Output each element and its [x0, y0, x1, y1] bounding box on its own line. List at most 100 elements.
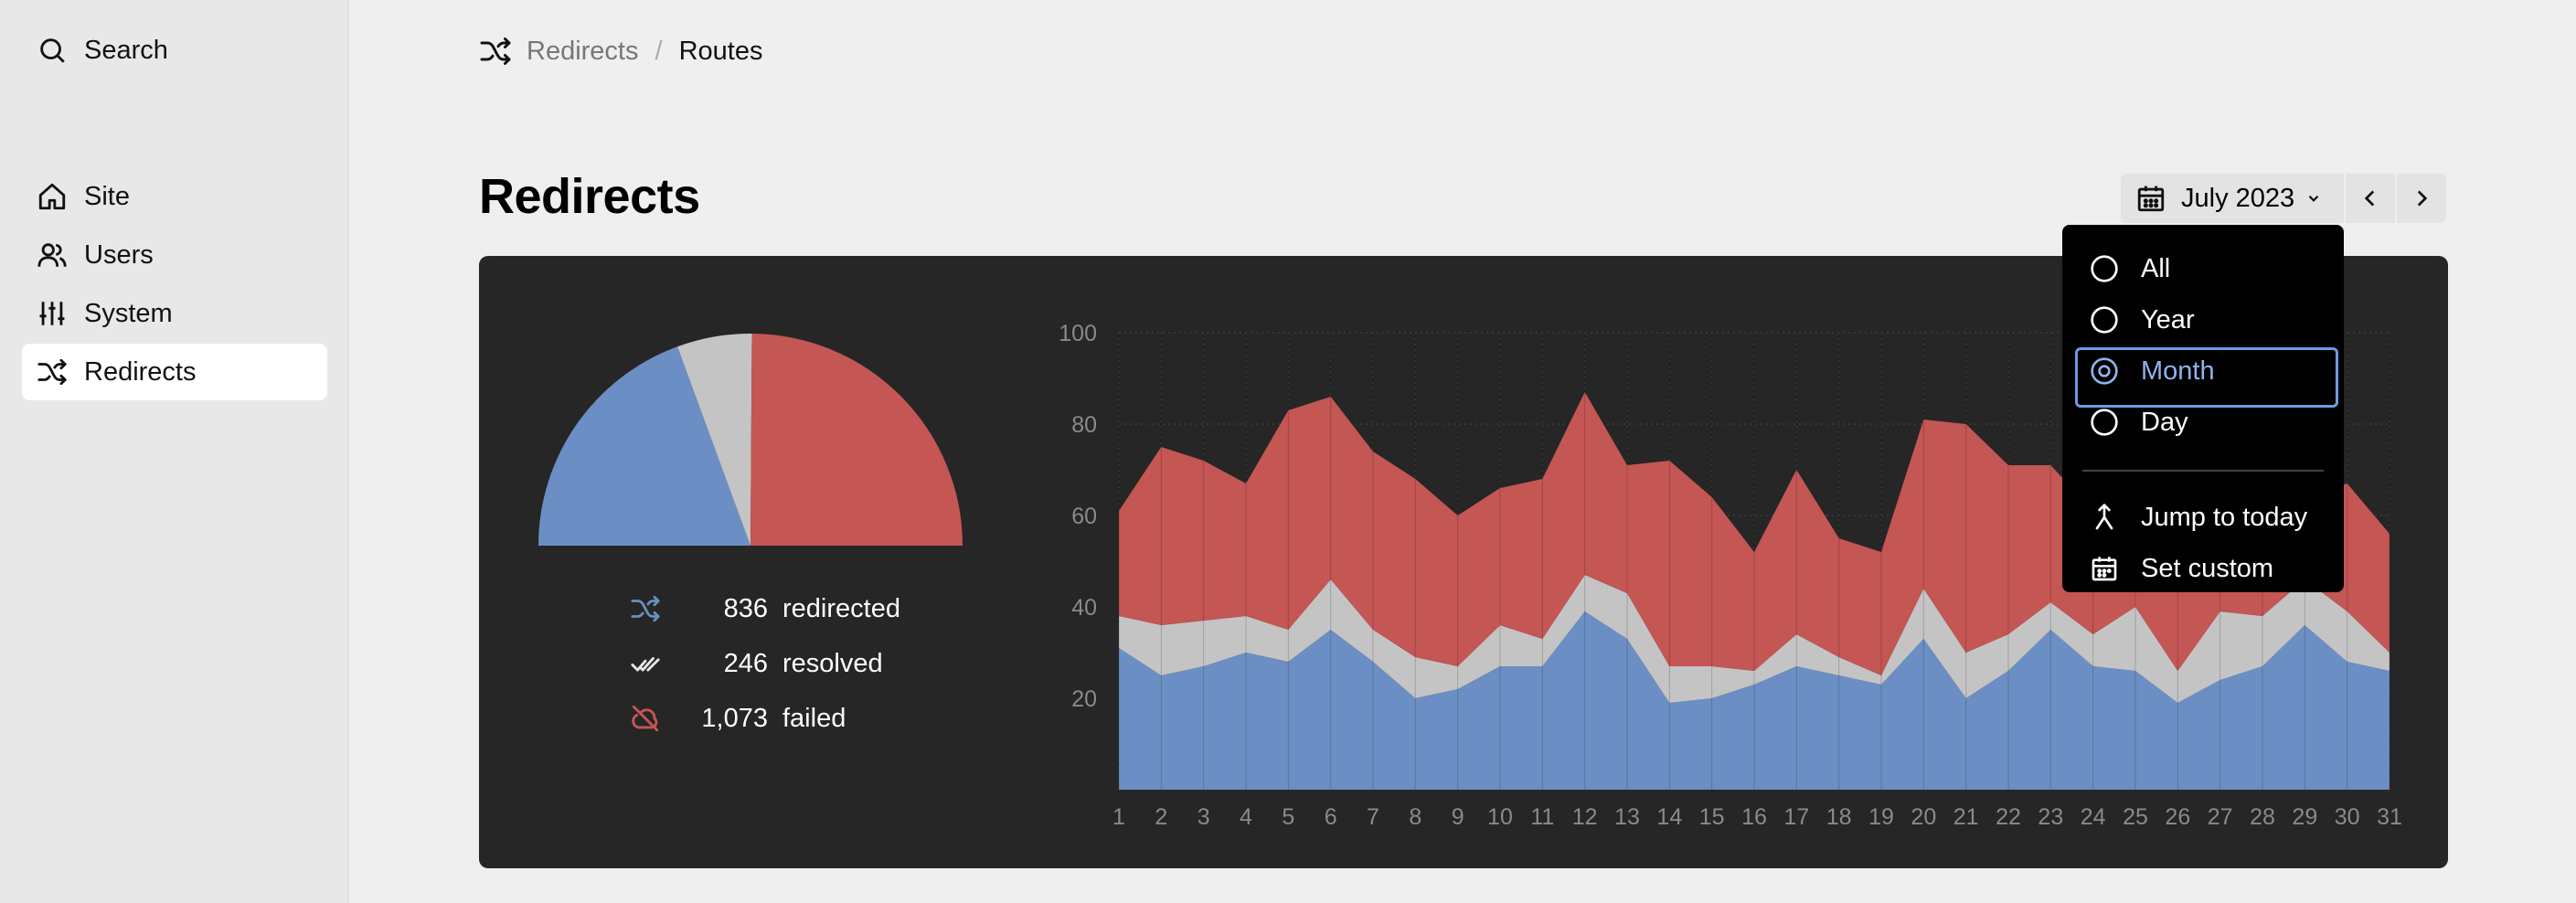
x-tick-label: 15: [1699, 804, 1725, 830]
x-tick-label: 2: [1155, 804, 1167, 830]
stat-value: 1,073: [701, 703, 768, 733]
y-tick-label: 40: [1071, 595, 1097, 621]
sidebar-item-label: System: [84, 298, 173, 328]
double-check-icon: [627, 645, 664, 682]
chevron-left-icon: [2364, 190, 2375, 207]
period-dropdown-button[interactable]: July 2023: [2121, 174, 2344, 223]
legend-row-redirected: 836 redirected: [627, 581, 900, 636]
x-tick-label: 18: [1826, 804, 1852, 830]
x-tick-label: 10: [1487, 804, 1513, 830]
x-tick-label: 6: [1325, 804, 1337, 830]
sidebar-item-users[interactable]: Users: [22, 227, 327, 283]
x-tick-label: 7: [1367, 804, 1379, 830]
stat-value: 836: [723, 593, 768, 623]
x-tick-label: 21: [1953, 804, 1979, 830]
x-tick-label: 22: [1996, 804, 2021, 830]
x-tick-label: 12: [1572, 804, 1598, 830]
period-option-all[interactable]: All: [2062, 243, 2344, 294]
radio-unchecked-icon: [2090, 408, 2119, 437]
x-tick-label: 20: [1911, 804, 1936, 830]
x-tick-label: 13: [1614, 804, 1640, 830]
y-tick-label: 20: [1071, 686, 1097, 712]
jump-icon: [2090, 503, 2119, 532]
breadcrumb-current: Routes: [678, 36, 763, 66]
home-icon: [37, 181, 68, 212]
breadcrumb-separator: /: [655, 36, 663, 66]
users-icon: [37, 239, 68, 271]
sidebar-item-label: Users: [84, 239, 154, 270]
sidebar-item-redirects[interactable]: Redirects: [22, 344, 327, 400]
x-tick-label: 28: [2250, 804, 2275, 830]
search-button[interactable]: Search: [22, 22, 327, 79]
date-value: July 2023: [2181, 183, 2295, 213]
radio-unchecked-icon: [2090, 305, 2119, 335]
x-tick-label: 4: [1240, 804, 1252, 830]
x-tick-label: 25: [2123, 804, 2148, 830]
x-tick-label: 27: [2208, 804, 2233, 830]
x-tick-label: 8: [1409, 804, 1421, 830]
x-tick-label: 30: [2335, 804, 2360, 830]
cloud-off-icon: [627, 700, 664, 737]
x-tick-label: 3: [1198, 804, 1210, 830]
x-tick-label: 23: [2038, 804, 2063, 830]
x-tick-label: 26: [2165, 804, 2190, 830]
x-tick-label: 17: [1783, 804, 1809, 830]
period-option-label: All: [2141, 253, 2171, 283]
period-option-day[interactable]: Day: [2062, 397, 2344, 448]
breadcrumb: Redirects / Routes: [479, 33, 762, 69]
y-tick-label: 60: [1071, 504, 1097, 529]
search-icon: [37, 35, 68, 66]
legend-row-failed: 1,073 failed: [627, 691, 900, 746]
menu-divider: [2082, 470, 2324, 472]
sidebar-item-label: Redirects: [84, 356, 197, 387]
calendar-icon: [2090, 554, 2119, 583]
shuffle-icon: [627, 590, 664, 627]
x-tick-label: 19: [1868, 804, 1894, 830]
jump-to-today-button[interactable]: Jump to today: [2062, 492, 2344, 543]
x-tick-label: 31: [2377, 804, 2402, 830]
calendar-icon: [2135, 183, 2166, 214]
stat-label: redirected: [782, 593, 900, 623]
set-custom-button[interactable]: Set custom: [2062, 543, 2344, 594]
period-option-label: Day: [2141, 407, 2188, 437]
action-label: Set custom: [2141, 553, 2274, 583]
shuffle-icon: [37, 356, 68, 388]
x-tick-label: 11: [1530, 804, 1554, 830]
sidebar-item-label: Site: [84, 181, 130, 211]
period-option-year[interactable]: Year: [2062, 294, 2344, 345]
x-tick-label: 5: [1282, 804, 1294, 830]
date-picker: July 2023: [2121, 174, 2446, 223]
stat-label: failed: [782, 703, 846, 733]
period-option-month[interactable]: Month: [2062, 345, 2344, 408]
period-option-label: Month: [2141, 356, 2215, 386]
stat-label: resolved: [782, 648, 883, 678]
x-tick-label: 14: [1656, 804, 1682, 830]
breadcrumb-parent-link[interactable]: Redirects: [527, 37, 639, 67]
chevron-right-icon: [2417, 190, 2428, 207]
x-tick-label: 1: [1112, 804, 1125, 830]
chevron-down-icon: [2305, 190, 2322, 207]
action-label: Jump to today: [2141, 502, 2308, 532]
stats-legend: 836 redirected 246 resolved 1,073 failed: [627, 581, 900, 746]
y-tick-label: 80: [1071, 412, 1097, 438]
half-pie-chart: [538, 334, 963, 546]
sidebar-item-site[interactable]: Site: [22, 168, 327, 225]
period-menu: All Year Month Day Jump to today Set cus…: [2062, 225, 2344, 592]
x-tick-label: 9: [1452, 804, 1464, 830]
x-tick-label: 29: [2292, 804, 2317, 830]
legend-row-resolved: 246 resolved: [627, 636, 900, 691]
search-label: Search: [84, 35, 168, 65]
next-period-button[interactable]: [2395, 174, 2446, 223]
previous-period-button[interactable]: [2344, 174, 2395, 223]
period-option-label: Year: [2141, 304, 2195, 335]
x-tick-label: 16: [1741, 804, 1767, 830]
x-tick-label: 24: [2081, 804, 2106, 830]
stat-value: 246: [723, 648, 768, 678]
sliders-icon: [37, 298, 68, 329]
radio-checked-icon: [2090, 356, 2119, 386]
y-tick-label: 100: [1059, 321, 1097, 346]
radio-unchecked-icon: [2090, 254, 2119, 283]
pie-slice-failed: [750, 334, 963, 546]
sidebar-item-system[interactable]: System: [22, 285, 327, 342]
shuffle-icon: [479, 35, 512, 68]
